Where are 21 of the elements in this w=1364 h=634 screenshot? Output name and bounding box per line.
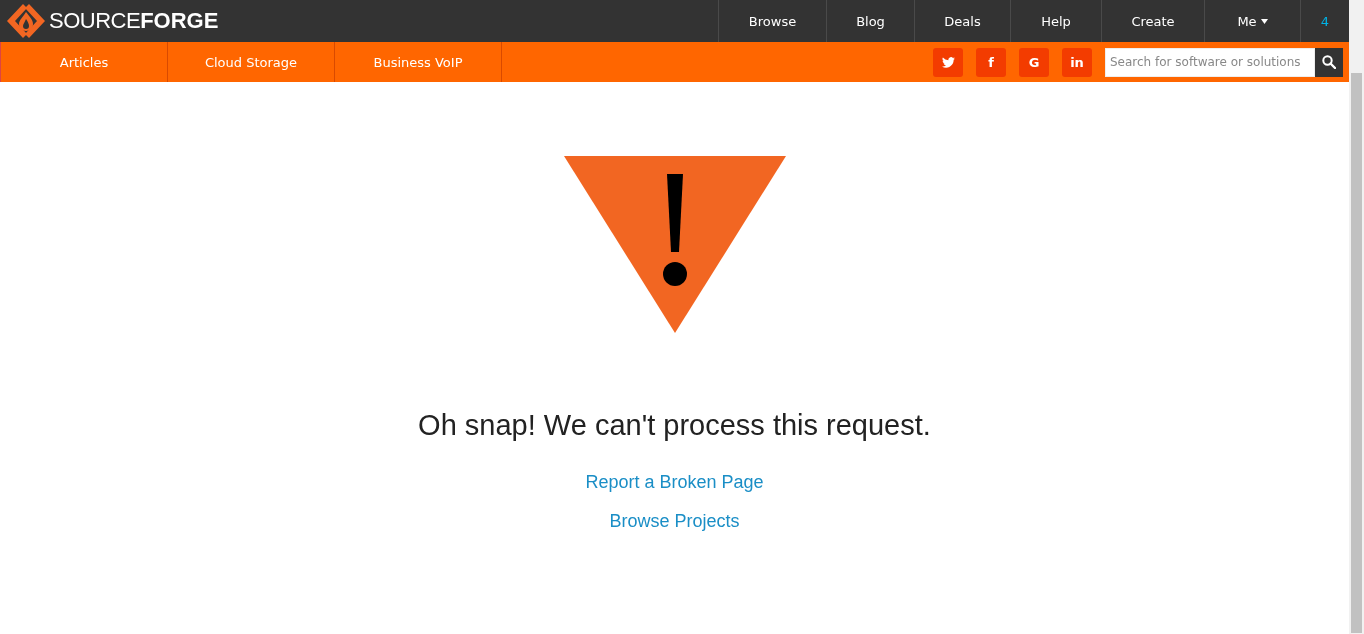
warning-icon <box>563 156 786 333</box>
scrollbar-thumb[interactable] <box>1351 73 1362 633</box>
logo-link[interactable]: SOURCEFORGE <box>0 0 219 42</box>
bird-icon <box>941 56 955 68</box>
sub-nav-link[interactable]: Articles <box>1 42 168 82</box>
sub-nav-link[interactable]: Business VoIP <box>335 42 502 82</box>
social-button[interactable]: f <box>976 47 1006 77</box>
social-button[interactable]: in <box>1062 47 1092 77</box>
brand-name-bold: FORGE <box>140 8 219 34</box>
link[interactable]: Browse Projects <box>609 511 740 532</box>
social-button[interactable]: G <box>1019 47 1049 77</box>
search-field[interactable]: Search for software or solutions <box>1105 47 1315 77</box>
social-button[interactable] <box>933 47 963 77</box>
search-icon <box>1322 55 1336 69</box>
search-button[interactable] <box>1315 47 1343 77</box>
sub-nav-link[interactable]: Cloud Storage <box>168 42 335 82</box>
error-message: Oh snap! We can't process this request. <box>418 409 931 442</box>
logo-icon <box>6 3 46 39</box>
link[interactable]: Report a Broken Page <box>585 472 764 493</box>
scrollbar[interactable] <box>1349 0 1364 634</box>
brand-name-light: SOURCE <box>49 8 141 34</box>
